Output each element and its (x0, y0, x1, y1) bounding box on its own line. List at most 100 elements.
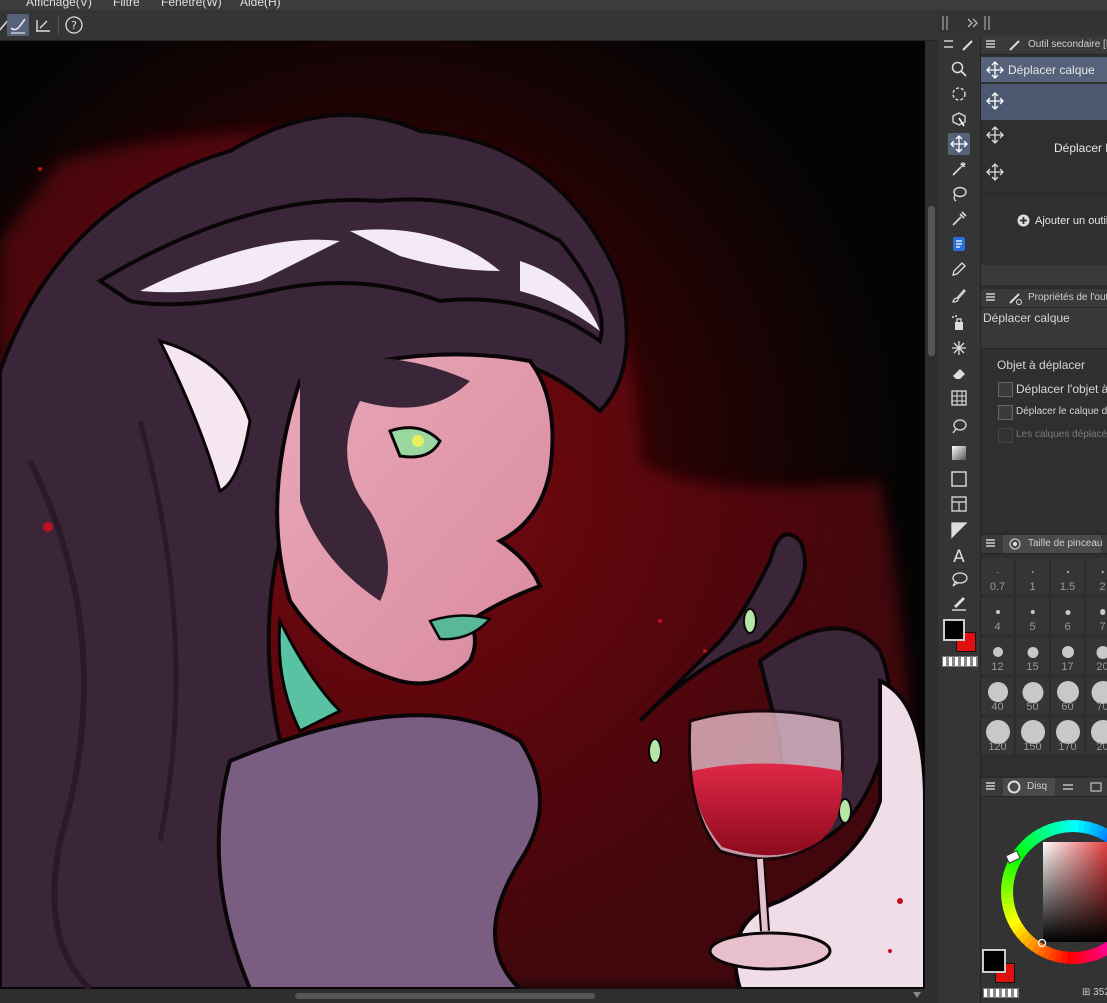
transparent-color-swatch[interactable] (942, 656, 978, 667)
menu-view[interactable]: Affichage(V) (26, 0, 92, 9)
brush-size-cell[interactable]: 4 (981, 598, 1015, 636)
brush-size-cell[interactable]: 150 (1016, 718, 1050, 756)
move-layer-icon (986, 92, 1004, 110)
brush-size-cell[interactable]: 40 (981, 678, 1015, 716)
svg-text:A: A (953, 547, 965, 564)
brush-size-cell[interactable]: 0.7 (981, 558, 1015, 596)
color-wheel-tab-icon[interactable] (1007, 780, 1021, 794)
magic-wand-icon[interactable] (948, 158, 970, 180)
decoration-icon[interactable] (948, 337, 970, 359)
option-checkbox[interactable] (998, 382, 1013, 397)
move-layer-icon[interactable] (948, 133, 970, 155)
brush-size-cell[interactable]: 17 (1051, 638, 1085, 676)
move-layer-icon (986, 126, 1004, 144)
brush-tab-icon[interactable] (960, 38, 976, 52)
subtool-item-selected[interactable] (981, 84, 1107, 120)
brush-size-cell[interactable]: 2 (1086, 558, 1107, 596)
pen-tool-icon[interactable] (948, 233, 970, 255)
subtool-group-header[interactable]: Déplacer calque (981, 57, 1107, 82)
main-color-swatch[interactable] (943, 619, 965, 641)
eraser-icon[interactable] (948, 362, 970, 384)
brush-size-cell[interactable]: 6 (1051, 598, 1085, 636)
brush-size-label: 0.7 (989, 581, 1006, 593)
horizontal-scrollbar[interactable] (0, 989, 938, 1003)
brush-size-label: 20 (1096, 661, 1107, 673)
menu-filter[interactable]: Filtre (113, 0, 140, 9)
tool-property-tab-icon[interactable] (1007, 291, 1023, 305)
zoom-icon[interactable] (948, 58, 970, 80)
canvas-area[interactable] (0, 41, 925, 989)
command-bar: ? (0, 10, 938, 41)
menu-window[interactable]: Fenêtre(W) (161, 0, 222, 9)
brush-size-label: 12 (991, 661, 1004, 673)
brush-size-label: 15 (1026, 661, 1039, 673)
figure-icon[interactable] (948, 468, 970, 490)
rotate-icon[interactable] (948, 83, 970, 105)
brush-size-cell[interactable]: 170 (1051, 718, 1085, 756)
menu-help[interactable]: Aide(H) (240, 0, 281, 9)
svg-text:?: ? (71, 19, 77, 32)
fill-icon[interactable] (948, 387, 970, 409)
help-icon[interactable]: ? (63, 14, 85, 36)
brush-size-panel: 0.7 1 1.5 2 4 5 6 7 12 15 17 20 40 50 60 70 120 150 170 20 (981, 554, 1107, 776)
brush-size-label: 1.5 (1059, 581, 1076, 593)
brush-size-label: 20 (1096, 741, 1107, 753)
color-wheel-title: Disq (1027, 781, 1048, 792)
subtool-tab-icon[interactable] (1007, 38, 1023, 52)
transparent-color-swatch[interactable] (983, 988, 1019, 998)
ruler-icon[interactable] (32, 14, 54, 36)
brush-size-cell[interactable]: 120 (981, 718, 1015, 756)
brush-size-preview (1056, 681, 1079, 703)
add-subtool-label: Ajouter un outil (1035, 215, 1107, 227)
frame-icon[interactable] (948, 493, 970, 515)
brush-size-cell[interactable]: 12 (981, 638, 1015, 676)
horizontal-scroll-thumb[interactable] (295, 993, 595, 999)
main-color-swatch[interactable] (982, 949, 1006, 973)
add-subtool-button[interactable]: Ajouter un outil (981, 210, 1107, 232)
brush-size-cell[interactable]: 1 (1016, 558, 1050, 596)
blend-icon[interactable] (948, 415, 970, 437)
airbrush-icon[interactable] (948, 312, 970, 334)
brush-size-cell[interactable]: 70 (1086, 678, 1107, 716)
line-correct-icon[interactable] (948, 592, 970, 614)
vertical-scrollbar[interactable] (925, 41, 938, 989)
brush-icon[interactable] (948, 285, 970, 307)
operation-icon[interactable] (948, 108, 970, 130)
scroll-down-icon[interactable] (913, 992, 921, 998)
vertical-scroll-thumb[interactable] (928, 206, 935, 356)
eyedropper-icon[interactable] (948, 208, 970, 230)
color-history-tab-icon[interactable] (1089, 780, 1103, 794)
brush-size-cell[interactable]: 5 (1016, 598, 1050, 636)
brush-size-label: 4 (994, 621, 1001, 633)
brush-size-cell[interactable]: 50 (1016, 678, 1050, 716)
brush-size-cell[interactable]: 15 (1016, 638, 1050, 676)
subtool-item[interactable] (981, 158, 1107, 190)
ruler-tool-icon[interactable] (948, 519, 970, 541)
tool-property-name: Déplacer calque (983, 311, 1070, 325)
text-icon[interactable]: A (948, 544, 970, 566)
brush-size-cell[interactable]: 7 (1086, 598, 1107, 636)
color-wheel-panel: ⊞ 352 (981, 797, 1107, 1003)
option-checkbox[interactable] (998, 405, 1013, 420)
subtool-item[interactable]: Déplacer le (981, 122, 1107, 156)
brush-size-label: 2 (1099, 581, 1106, 593)
option-label: Déplacer l'objet à la (1016, 382, 1107, 396)
brush-size-preview (1027, 646, 1038, 658)
color-set-tab-icon[interactable] (1061, 780, 1075, 794)
brush-size-cell[interactable]: 60 (1051, 678, 1085, 716)
brush-size-tab-icon[interactable] (1007, 537, 1023, 551)
pen-stabilize-icon[interactable] (7, 14, 29, 36)
brush-size-preview (1099, 609, 1106, 615)
brush-size-label: 150 (1023, 741, 1042, 753)
brush-size-cell[interactable]: 20 (1086, 638, 1107, 676)
brush-size-cell[interactable]: 20 (1086, 718, 1107, 756)
brush-size-preview (1030, 609, 1035, 615)
brush-size-label: 1 (1029, 581, 1036, 593)
balloon-icon[interactable] (948, 568, 970, 590)
pencil-icon[interactable] (948, 258, 970, 280)
gradient-icon[interactable] (948, 442, 970, 464)
illustration-canvas[interactable] (0, 41, 925, 989)
brush-size-cell[interactable]: 1.5 (1051, 558, 1085, 596)
collapse-dock-icon[interactable] (966, 16, 980, 30)
lasso-icon[interactable] (948, 183, 970, 205)
